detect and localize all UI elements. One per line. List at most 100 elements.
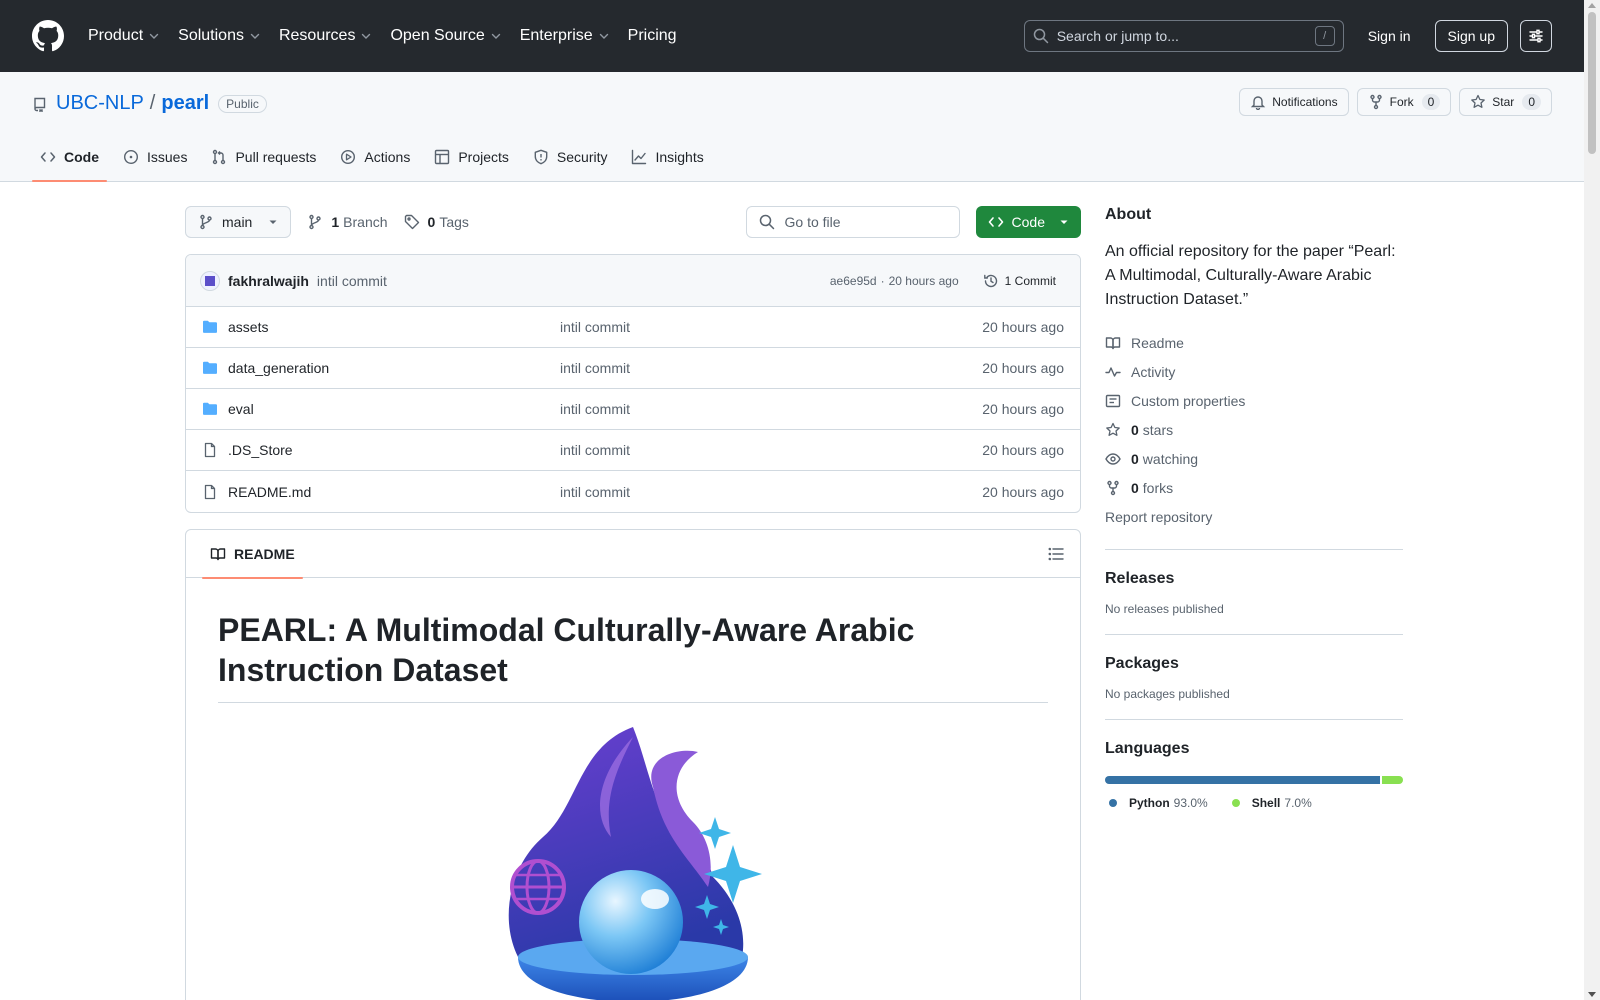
scroll-down-arrow[interactable] <box>1588 992 1596 997</box>
star-icon <box>1471 94 1486 108</box>
fork-count: 0 <box>1421 94 1441 110</box>
sidebar-link-readme[interactable]: Readme <box>1105 328 1403 357</box>
folder-icon <box>203 361 217 374</box>
languages-heading: Languages <box>1105 740 1190 757</box>
repo-actions: Notifications Fork 0 Star 0 <box>1231 88 1552 116</box>
file-icon <box>204 442 216 458</box>
file-commit-message[interactable]: intil commit <box>560 442 982 458</box>
report-repository-link[interactable]: Report repository <box>1105 502 1403 531</box>
file-commit-message[interactable]: intil commit <box>560 360 982 376</box>
history-icon <box>983 274 997 287</box>
file-name-link[interactable]: assets <box>228 319 560 335</box>
commits-history-link[interactable]: 1 Commit <box>975 273 1064 289</box>
table-row[interactable]: data_generation intil commit 20 hours ago <box>186 348 1080 389</box>
tab-label: Issues <box>147 149 188 165</box>
search-input[interactable]: Search or jump to... / <box>1023 20 1344 52</box>
file-name-link[interactable]: README.md <box>228 484 560 500</box>
tab-security[interactable]: Security <box>525 133 616 181</box>
scroll-up-arrow[interactable] <box>1588 3 1596 8</box>
chevron-down-icon <box>599 33 608 39</box>
site-menu-button[interactable] <box>1520 20 1552 52</box>
nav-item-enterprise[interactable]: Enterprise <box>520 27 610 45</box>
packages-heading[interactable]: Packages <box>1105 655 1403 673</box>
table-row[interactable]: README.md intil commit 20 hours ago <box>186 471 1080 512</box>
sidebar-link-watching[interactable]: 0 watching <box>1105 444 1403 473</box>
sidebar-link-custom-properties[interactable]: Custom properties <box>1105 386 1403 415</box>
language-bar <box>1105 776 1403 784</box>
go-to-file-input[interactable]: Go to file <box>745 206 960 238</box>
commit-message-link[interactable]: intil commit <box>317 273 387 289</box>
repo-owner-link[interactable]: UBC-NLP <box>56 92 144 115</box>
file-commit-time: 20 hours ago <box>982 360 1064 376</box>
table-row[interactable]: assets intil commit 20 hours ago <box>186 307 1080 348</box>
branches-link[interactable]: 1 Branch <box>307 214 388 230</box>
github-logo-icon[interactable] <box>32 20 64 52</box>
file-commit-message[interactable]: intil commit <box>560 401 982 417</box>
sliders-icon <box>1529 29 1543 43</box>
star-count: 0 <box>1522 94 1541 110</box>
tab-insights[interactable]: Insights <box>623 133 711 181</box>
go-to-file-placeholder: Go to file <box>784 214 841 230</box>
file-commit-time: 20 hours ago <box>982 319 1064 335</box>
readme-tab-label: README <box>234 545 295 562</box>
outline-button[interactable] <box>1048 546 1064 562</box>
page-scrollbar[interactable] <box>1584 0 1600 1000</box>
chevron-down-icon <box>1060 220 1068 224</box>
file-commit-message[interactable]: intil commit <box>560 484 982 500</box>
avatar[interactable] <box>200 270 220 291</box>
sidebar-link-activity[interactable]: Activity <box>1105 357 1403 386</box>
tab-issues[interactable]: Issues <box>115 133 195 181</box>
file-name-link[interactable]: .DS_Store <box>228 442 560 458</box>
releases-heading[interactable]: Releases <box>1105 570 1403 588</box>
nav-item-pricing[interactable]: Pricing <box>628 27 677 45</box>
notifications-button[interactable]: Notifications <box>1239 88 1349 116</box>
releases-text: No releases published <box>1105 602 1224 616</box>
code-dropdown-button[interactable]: Code <box>975 206 1081 238</box>
repo-path-separator: / <box>149 92 156 114</box>
sidebar-link-stars[interactable]: 0 stars <box>1105 415 1403 444</box>
tab-pull-requests[interactable]: Pull requests <box>203 133 324 181</box>
readme-tab[interactable]: README <box>202 530 303 579</box>
tab-label: Pull requests <box>235 149 317 165</box>
repo-icon <box>34 97 46 112</box>
branch-label: Branch <box>343 214 388 230</box>
sidebar-link-forks[interactable]: 0 forks <box>1105 473 1403 502</box>
sidebar-link-label: Custom properties <box>1131 392 1246 409</box>
commit-author-link[interactable]: fakhralwajih <box>228 273 309 289</box>
notifications-label: Notifications <box>1272 95 1338 109</box>
language-item[interactable]: Shell 7.0% <box>1231 796 1312 810</box>
sign-in-link[interactable]: Sign in <box>1360 22 1419 50</box>
tab-actions[interactable]: Actions <box>332 133 418 181</box>
language-item[interactable]: Python 93.0% <box>1109 796 1208 810</box>
star-button[interactable]: Star 0 <box>1459 88 1552 116</box>
graph-icon <box>632 149 647 165</box>
branch-selector[interactable]: main <box>185 206 292 238</box>
sidebar-link-label: forks <box>1142 479 1174 496</box>
nav-item-resources[interactable]: Resources <box>279 27 372 45</box>
file-toolbar: main 1 Branch 0 Tags Go to file Code <box>185 206 1081 238</box>
repo-title: UBC-NLP / pearl Public <box>32 92 267 115</box>
tab-projects[interactable]: Projects <box>426 133 517 181</box>
file-name-link[interactable]: data_generation <box>228 360 560 376</box>
scrollbar-thumb[interactable] <box>1588 12 1596 154</box>
table-row[interactable]: .DS_Store intil commit 20 hours ago <box>186 430 1080 471</box>
nav-item-label: Solutions <box>178 27 244 44</box>
sign-up-button[interactable]: Sign up <box>1434 20 1508 52</box>
nav-item-open-source[interactable]: Open Source <box>390 27 501 45</box>
commit-hash-link[interactable]: ae6e95d <box>830 274 877 288</box>
tags-link[interactable]: 0 Tags <box>404 214 469 230</box>
table-row[interactable]: eval intil commit 20 hours ago <box>186 389 1080 430</box>
nav-item-product[interactable]: Product <box>88 27 160 45</box>
divider <box>1105 719 1403 720</box>
tab-code[interactable]: Code <box>32 133 107 182</box>
fork-button[interactable]: Fork 0 <box>1356 88 1452 116</box>
divider <box>1105 549 1403 550</box>
file-commit-message[interactable]: intil commit <box>560 319 982 335</box>
nav-item-solutions[interactable]: Solutions <box>178 27 261 45</box>
repo-name-link[interactable]: pearl <box>161 92 209 115</box>
repo-header: UBC-NLP / pearl Public Notifications For… <box>0 72 1584 182</box>
file-name-link[interactable]: eval <box>228 401 560 417</box>
repo-sidebar: About An official repository for the pap… <box>1105 206 1403 810</box>
global-nav: Product Solutions Resources Open Source Ente… <box>88 27 695 45</box>
language-percent: 93.0% <box>1173 796 1208 810</box>
